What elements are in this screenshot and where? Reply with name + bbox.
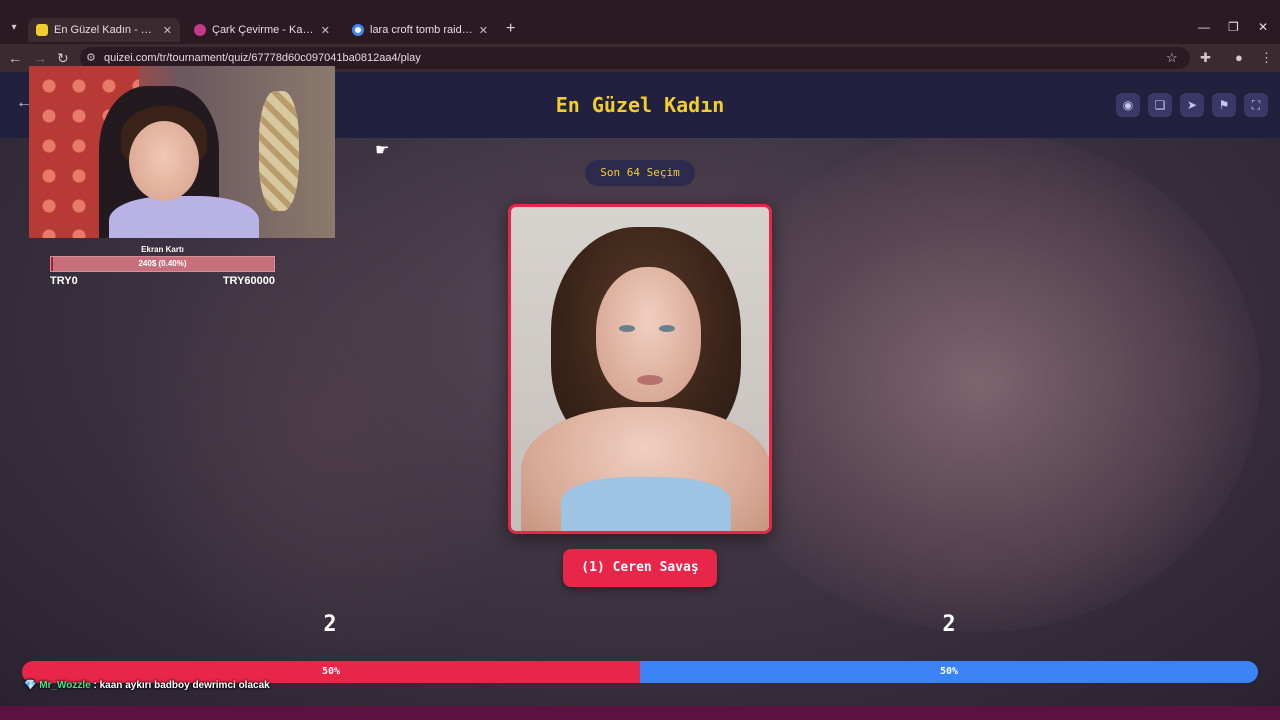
eye-icon[interactable]: ◉ bbox=[1116, 93, 1140, 117]
candidate-card[interactable] bbox=[508, 204, 772, 534]
close-tab-icon[interactable]: ✕ bbox=[321, 24, 330, 37]
back-nav-icon[interactable]: ← bbox=[8, 50, 22, 66]
tab-search-icon[interactable]: ▾ bbox=[6, 20, 22, 36]
donation-goal-bar: 240$ (0.40%) bbox=[50, 256, 275, 272]
candidate-photo-lips bbox=[637, 375, 663, 385]
chat-badge-icon: 💎 bbox=[24, 680, 37, 691]
close-window-icon[interactable]: ✕ bbox=[1258, 20, 1268, 34]
bottom-strip bbox=[0, 706, 1280, 720]
vote-right-segment: 50% bbox=[640, 661, 1258, 683]
new-tab-plus-icon[interactable]: + bbox=[506, 20, 515, 38]
candidate-photo-eye bbox=[619, 325, 635, 332]
profile-avatar-icon[interactable]: ● bbox=[1235, 50, 1243, 65]
browser-tab-bar: ▾ En Güzel Kadın - Tier List, Kör Sırala… bbox=[0, 0, 1280, 44]
donation-goal-title: Ekran Kartı bbox=[141, 245, 184, 254]
close-tab-icon[interactable]: ✕ bbox=[479, 24, 488, 37]
left-score: 2 bbox=[323, 612, 337, 637]
quizei-favicon-icon bbox=[36, 24, 48, 36]
donation-goal-max: TRY60000 bbox=[222, 275, 275, 287]
browser-menu-icon[interactable]: ⋮ bbox=[1260, 50, 1273, 66]
tab-en-guzel-kadin[interactable]: En Güzel Kadın - Tier List, Kör Sıralama… bbox=[28, 18, 180, 42]
fullscreen-icon[interactable]: ⛶ bbox=[1244, 93, 1268, 117]
copy-icon[interactable]: ❏ bbox=[1148, 93, 1172, 117]
extensions-puzzle-icon[interactable]: ✚ bbox=[1200, 50, 1211, 66]
reload-icon[interactable]: ↻ bbox=[57, 50, 69, 66]
google-favicon-icon bbox=[352, 24, 364, 36]
flag-icon[interactable]: ⚑ bbox=[1212, 93, 1236, 117]
round-pill: Son 64 Seçim bbox=[585, 160, 695, 186]
close-tab-icon[interactable]: ✕ bbox=[163, 24, 172, 37]
webcam-giraffe-plush bbox=[259, 91, 299, 211]
donation-goal-progress: 240$ (0.40%) bbox=[138, 259, 187, 268]
forward-nav-icon[interactable]: → bbox=[33, 50, 47, 66]
chat-text: : kaan aykırı badboy dewrimci olacak bbox=[93, 680, 270, 691]
chat-username: Mr_Wozzle bbox=[39, 680, 91, 691]
chat-message: 💎 Mr_Wozzle : kaan aykırı badboy dewrimc… bbox=[24, 680, 270, 694]
webcam-overlay bbox=[29, 66, 335, 238]
tab-label: lara croft tomb raider 1 - Google bbox=[370, 24, 473, 36]
restore-icon[interactable]: ❐ bbox=[1228, 20, 1239, 34]
tab-label: Çark Çevirme - Karar Çarkı! bbox=[212, 24, 315, 36]
send-icon[interactable]: ➤ bbox=[1180, 93, 1204, 117]
candidate-name-button[interactable]: (1) Ceren Savaş bbox=[563, 549, 717, 587]
mouse-cursor-icon: ☛ bbox=[375, 142, 390, 159]
background-blur bbox=[700, 132, 1260, 632]
webcam-streamer-body bbox=[109, 196, 259, 238]
url-text: quizei.com/tr/tournament/quiz/67778d60c0… bbox=[104, 52, 421, 64]
tab-google-search[interactable]: lara croft tomb raider 1 - Google ✕ bbox=[344, 18, 496, 42]
right-score: 2 bbox=[942, 612, 956, 637]
donation-goal-min: TRY0 bbox=[50, 275, 78, 287]
tab-cark-cevirme[interactable]: Çark Çevirme - Karar Çarkı! ✕ bbox=[186, 18, 338, 42]
candidate-photo-top bbox=[561, 477, 731, 531]
candidate-photo-eye bbox=[659, 325, 675, 332]
tab-label: En Güzel Kadın - Tier List, Kör Sıralama bbox=[54, 24, 157, 36]
bookmark-star-icon[interactable]: ☆ bbox=[1166, 50, 1178, 66]
webcam-streamer-face bbox=[129, 121, 199, 201]
wheel-favicon-icon bbox=[194, 24, 206, 36]
minimize-icon[interactable]: — bbox=[1198, 20, 1210, 34]
